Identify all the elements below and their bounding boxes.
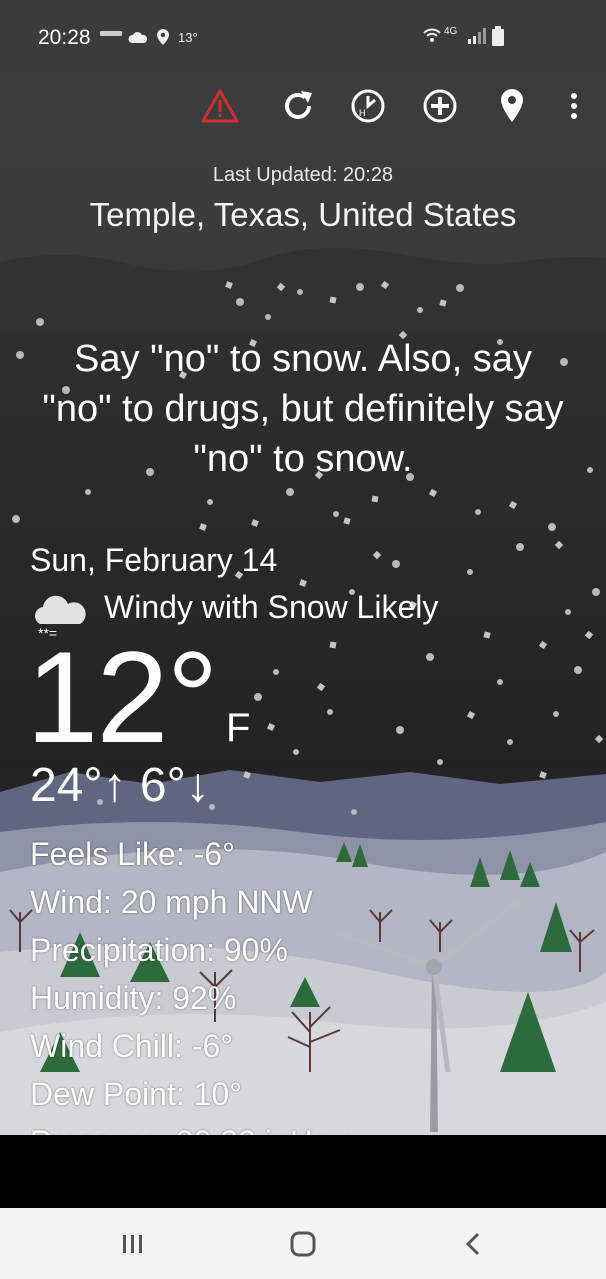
recent-apps-icon[interactable]	[113, 1226, 153, 1262]
alert-icon[interactable]	[200, 86, 240, 126]
black-spacer	[0, 1135, 606, 1208]
navigation-bar	[0, 1208, 606, 1279]
snark-tagline: Say "no" to snow. Also, say "no" to drug…	[42, 338, 564, 480]
last-updated: Last Updated: 20:28	[212, 164, 394, 186]
network-type: 4G	[444, 26, 458, 37]
status-bar: 20:28 13° 4G	[0, 0, 606, 72]
home-icon[interactable]	[283, 1226, 323, 1262]
humidity: Humidity: 92%	[30, 980, 237, 1016]
weather-details: Feels Like: -6° Wind: 20 mph NNW Precipi…	[30, 830, 356, 1135]
wind: Wind: 20 mph NNW	[30, 884, 313, 920]
news-app-icon	[100, 28, 122, 43]
precipitation: Precipitation: 90%	[30, 932, 288, 968]
status-temperature: 13°	[178, 30, 198, 45]
wind-chill: Wind Chill: -6°	[30, 1028, 234, 1064]
wifi-icon	[422, 26, 442, 49]
feels-like: Feels Like: -6°	[30, 836, 235, 872]
history-icon[interactable]: H	[348, 86, 388, 126]
battery-icon	[492, 26, 504, 49]
status-time: 20:28	[38, 26, 91, 49]
location-icon[interactable]	[492, 86, 532, 126]
condition-text: Windy with Snow Likely	[104, 589, 439, 625]
location-status-icon	[156, 28, 170, 49]
signal-icon	[468, 28, 486, 47]
location-title[interactable]: Temple, Texas, United States	[0, 196, 606, 234]
forecast-date: Sun, February 14	[30, 542, 278, 578]
current-temperature: 12°	[26, 624, 219, 770]
pressure: Pressure: 30.32 inHg ↑	[30, 1118, 356, 1135]
back-icon[interactable]	[453, 1226, 493, 1262]
add-icon[interactable]	[420, 86, 460, 126]
cloud-status-icon	[128, 30, 148, 47]
temperature-unit: F	[226, 706, 251, 750]
refresh-icon[interactable]	[278, 86, 318, 126]
dew-point: Dew Point: 10°	[30, 1076, 243, 1112]
svg-text:H: H	[359, 108, 366, 118]
high-low-temperature: 24°↑ 6°↓	[30, 759, 210, 812]
weather-scene: H Last Updated: 20:28 Temple, Texas, Uni…	[0, 72, 606, 1135]
more-icon[interactable]	[554, 86, 594, 126]
